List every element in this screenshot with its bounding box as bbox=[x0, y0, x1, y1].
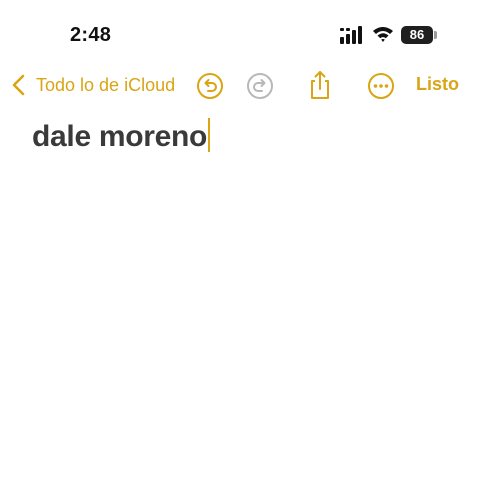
status-bar: 2:48 86 bbox=[0, 0, 480, 62]
battery-indicator: 86 bbox=[401, 26, 437, 44]
undo-icon[interactable] bbox=[196, 72, 224, 100]
wifi-icon bbox=[373, 27, 393, 42]
chevron-left-icon bbox=[12, 74, 25, 96]
share-icon[interactable] bbox=[307, 70, 333, 100]
navigation-bar: Todo lo de iCloud Listo bbox=[0, 62, 480, 110]
notes-editor-screen: 2:48 86 Todo lo de iCloud Listo dale mor… bbox=[0, 0, 480, 480]
redo-icon[interactable] bbox=[246, 72, 274, 100]
back-button-label: Todo lo de iCloud bbox=[36, 74, 176, 95]
note-editor[interactable]: dale moreno bbox=[32, 118, 452, 154]
more-icon[interactable] bbox=[367, 72, 395, 100]
back-button[interactable]: Todo lo de iCloud bbox=[10, 70, 175, 100]
battery-cap bbox=[434, 31, 437, 39]
signal-icon bbox=[340, 26, 362, 44]
text-caret bbox=[208, 118, 211, 152]
note-text[interactable]: dale moreno bbox=[32, 120, 207, 154]
battery-level: 86 bbox=[409, 27, 425, 42]
status-time: 2:48 bbox=[70, 24, 112, 46]
done-button[interactable]: Listo bbox=[416, 74, 459, 95]
